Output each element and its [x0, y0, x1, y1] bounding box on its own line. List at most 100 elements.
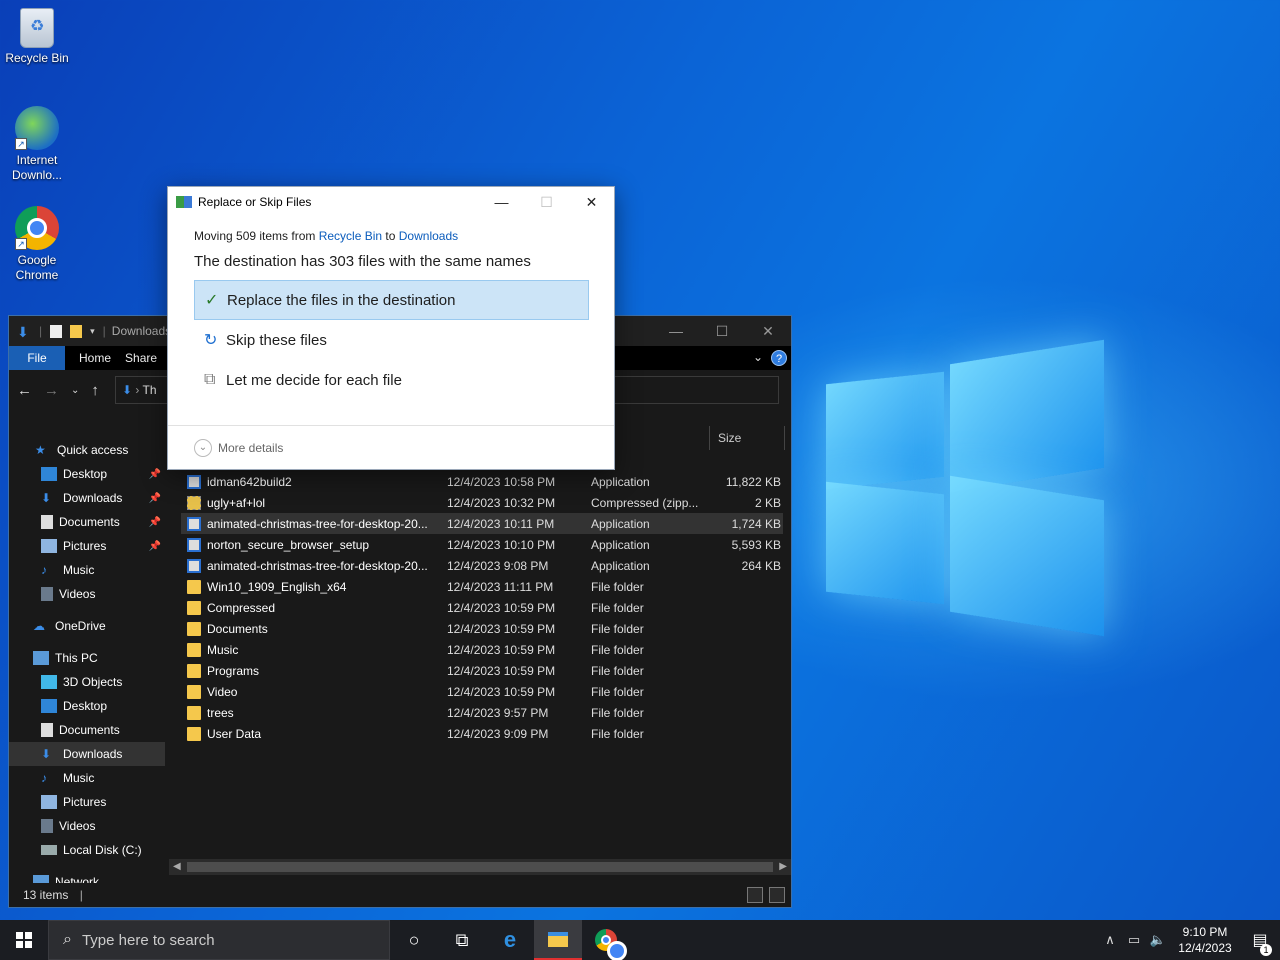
taskbar: ⌕ Type here to search ○ ⧉ e ∧ ▭ 🔈 9:10 P… [0, 920, 1280, 960]
nav-documents-pc[interactable]: Documents [9, 718, 165, 742]
navigation-pane: ★ Quick access Desktop 📌 ⬇ Downloads 📌 Docum… [9, 426, 165, 889]
file-row[interactable]: User Data 12/4/2023 9:09 PM File folder [181, 723, 783, 744]
file-explorer-taskbar-button[interactable] [534, 920, 582, 960]
nav-onedrive[interactable]: ☁ OneDrive [9, 614, 165, 638]
close-button[interactable]: ✕ [745, 316, 791, 346]
nav-downloads-pc[interactable]: ⬇ Downloads [9, 742, 165, 766]
nav-local-disk[interactable]: Local Disk (C:) [9, 838, 165, 862]
nav-this-pc[interactable]: This PC [9, 646, 165, 670]
nav-desktop-pc[interactable]: Desktop [9, 694, 165, 718]
folder-icon [187, 705, 201, 720]
task-view-button[interactable]: ⧉ [438, 920, 486, 960]
forward-icon[interactable]: → [44, 382, 59, 399]
desktop-icon-internet-download-manager[interactable]: ↗ Internet Downlo... [0, 106, 74, 183]
expand-ribbon-icon[interactable]: ⌄ [753, 350, 763, 364]
desktop-icon-label: Internet Downlo... [11, 153, 63, 182]
properties-icon[interactable] [50, 324, 63, 338]
dialog-titlebar: Replace or Skip Files — ☐ ✕ [168, 187, 614, 217]
file-row[interactable]: animated-christmas-tree-for-desktop-20..… [181, 555, 783, 576]
nav-quick-access[interactable]: ★ Quick access [9, 438, 165, 462]
file-type: File folder [591, 705, 644, 720]
file-name: ugly+af+lol [207, 495, 266, 510]
customize-quick-access-icon[interactable]: ▾ [90, 326, 95, 337]
nav-pictures-pc[interactable]: Pictures [9, 790, 165, 814]
chrome-taskbar-button[interactable] [582, 920, 630, 960]
clock[interactable]: 9:10 PM 12/4/2023 [1170, 924, 1240, 956]
replace-files-option[interactable]: ✓ Replace the files in the destination [194, 280, 589, 320]
action-center-button[interactable]: ▤ 1 [1240, 930, 1280, 956]
file-row[interactable]: Compressed 12/4/2023 10:59 PM File folder [181, 597, 783, 618]
address-text: Th [142, 383, 157, 397]
file-move-icon [176, 196, 192, 208]
dialog-minimize-button[interactable]: — [479, 187, 524, 217]
application-icon [187, 516, 201, 531]
large-icons-view-icon[interactable] [769, 887, 785, 903]
tab-share[interactable]: Share [125, 346, 157, 370]
desktop-icon-google-chrome[interactable]: ↗ Google Chrome [0, 206, 74, 283]
scrollbar-thumb[interactable] [187, 862, 773, 872]
tab-home[interactable]: Home [65, 346, 125, 370]
help-icon[interactable]: ? [771, 350, 787, 366]
desktop-icon-label: Google Chrome [15, 253, 59, 282]
folder-icon [187, 600, 201, 615]
edge-taskbar-button[interactable]: e [486, 920, 534, 960]
item-count: 13 items [23, 888, 69, 902]
horizontal-scrollbar[interactable]: ◀ ▶ [169, 859, 791, 875]
more-details-toggle[interactable]: ⌄ More details [168, 425, 614, 469]
drive-icon [41, 845, 57, 855]
volume-muted-icon[interactable]: 🔈 [1146, 932, 1170, 948]
show-hidden-icons-icon[interactable]: ∧ [1098, 932, 1122, 948]
new-folder-icon[interactable] [70, 324, 83, 338]
destination-link[interactable]: Downloads [399, 229, 458, 243]
edge-icon: e [503, 927, 517, 952]
file-row[interactable]: idman642build2 12/4/2023 10:58 PM Applicat… [181, 471, 783, 492]
nav-3d-objects[interactable]: 3D Objects [9, 670, 165, 694]
up-icon[interactable]: ↑ [91, 382, 99, 399]
file-row[interactable]: Programs 12/4/2023 10:59 PM File folder [181, 660, 783, 681]
skip-files-option[interactable]: ↻ Skip these files [194, 320, 589, 360]
file-row[interactable]: Video 12/4/2023 10:59 PM File folder [181, 681, 783, 702]
file-row[interactable]: trees 12/4/2023 9:57 PM File folder [181, 702, 783, 723]
file-size: 2 KB [754, 495, 781, 510]
pictures-icon [41, 795, 57, 809]
back-icon[interactable]: ← [17, 382, 32, 399]
nav-music-pc[interactable]: ♪ Music [9, 766, 165, 790]
file-type: File folder [591, 642, 644, 657]
file-row[interactable]: animated-christmas-tree-for-desktop-20..… [181, 513, 783, 534]
decide-each-file-option[interactable]: ⧉ Let me decide for each file [194, 360, 589, 400]
nav-videos-pc[interactable]: Videos [9, 814, 165, 838]
folder-icon [187, 621, 201, 636]
file-row[interactable]: Documents 12/4/2023 10:59 PM File folder [181, 618, 783, 639]
nav-pictures[interactable]: Pictures 📌 [9, 534, 165, 558]
file-row[interactable]: Music 12/4/2023 10:59 PM File folder [181, 639, 783, 660]
desktop-icon-label: Recycle Bin [5, 51, 69, 65]
start-button[interactable] [0, 920, 48, 960]
maximize-button[interactable]: ☐ [699, 316, 745, 346]
source-link[interactable]: Recycle Bin [319, 229, 382, 243]
nav-documents[interactable]: Documents 📌 [9, 510, 165, 534]
music-icon: ♪ [41, 771, 47, 785]
file-date-modified: 12/4/2023 9:08 PM [447, 558, 549, 573]
minimize-button[interactable]: — [653, 316, 699, 346]
dialog-close-button[interactable]: ✕ [569, 187, 614, 217]
nav-desktop[interactable]: Desktop 📌 [9, 462, 165, 486]
tab-file[interactable]: File [9, 346, 65, 370]
scroll-left-icon[interactable]: ◀ [173, 859, 181, 875]
file-date-modified: 12/4/2023 9:09 PM [447, 726, 549, 741]
desktop-icon-recycle-bin[interactable]: Recycle Bin [0, 8, 74, 66]
scroll-right-icon[interactable]: ▶ [779, 859, 787, 875]
nav-videos[interactable]: Videos [9, 582, 165, 606]
videos-icon [41, 587, 53, 601]
file-row[interactable]: norton_secure_browser_setup 12/4/2023 10:… [181, 534, 783, 555]
network-icon[interactable]: ▭ [1122, 932, 1146, 948]
recent-locations-icon[interactable]: ⌄ [71, 385, 79, 396]
details-view-icon[interactable] [747, 887, 763, 903]
column-header-size[interactable]: Size [709, 426, 785, 450]
file-date-modified: 12/4/2023 9:57 PM [447, 705, 549, 720]
file-row[interactable]: ugly+af+lol 12/4/2023 10:32 PM Compressed … [181, 492, 783, 513]
file-row[interactable]: Win10_1909_English_x64 12/4/2023 11:11 PM… [181, 576, 783, 597]
nav-music[interactable]: ♪ Music [9, 558, 165, 582]
nav-downloads[interactable]: ⬇ Downloads 📌 [9, 486, 165, 510]
search-box[interactable]: ⌕ Type here to search [48, 920, 390, 960]
cortana-button[interactable]: ○ [390, 920, 438, 960]
